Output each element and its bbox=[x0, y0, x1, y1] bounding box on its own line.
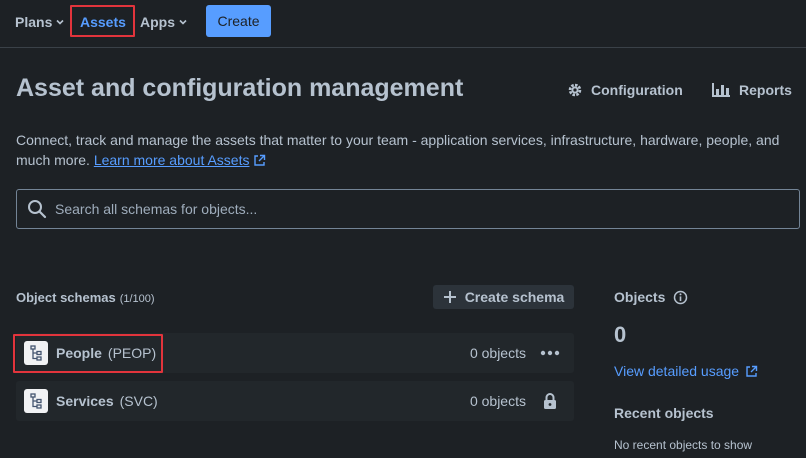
objects-title: Objects bbox=[614, 289, 666, 305]
view-usage-label: View detailed usage bbox=[614, 363, 740, 379]
objects-heading: Objects bbox=[614, 289, 688, 305]
recent-objects-heading: Recent objects bbox=[614, 405, 714, 421]
schema-name-services[interactable]: Services (SVC) bbox=[56, 393, 158, 409]
nav-apps-label: Apps bbox=[140, 14, 175, 30]
configuration-label: Configuration bbox=[591, 82, 683, 98]
page-title: Asset and configuration management bbox=[16, 74, 464, 102]
object-schemas-label: Object schemas bbox=[16, 290, 116, 305]
recent-objects-title: Recent objects bbox=[614, 405, 714, 421]
schema-people-highlight bbox=[13, 334, 163, 373]
schema-tree-icon bbox=[24, 389, 48, 413]
object-schemas-count: (1/100) bbox=[119, 293, 155, 305]
external-link-icon bbox=[746, 365, 758, 377]
nav-plans-label: Plans bbox=[15, 14, 53, 30]
schema-row-services[interactable]: Services (SVC) 0 objects bbox=[16, 381, 574, 421]
reports-button[interactable]: Reports bbox=[711, 80, 792, 100]
configuration-button[interactable]: Configuration bbox=[567, 80, 683, 100]
recent-objects-empty: No recent objects to show bbox=[614, 438, 753, 452]
search-input[interactable] bbox=[55, 201, 755, 217]
view-usage-link[interactable]: View detailed usage bbox=[614, 363, 758, 379]
search-icon bbox=[28, 200, 47, 219]
external-link-icon bbox=[254, 154, 266, 166]
learn-more-link[interactable]: Learn more about Assets bbox=[94, 152, 250, 168]
info-icon[interactable] bbox=[673, 290, 688, 305]
create-button[interactable]: Create bbox=[206, 5, 271, 37]
plus-icon bbox=[443, 291, 456, 303]
object-schemas-heading: Object schemas (1/100) bbox=[16, 290, 155, 305]
nav-apps[interactable]: Apps bbox=[140, 9, 188, 35]
top-navigation: Plans Assets Apps Create bbox=[0, 0, 806, 48]
schema-object-count: 0 objects bbox=[469, 393, 526, 409]
reports-label: Reports bbox=[739, 82, 792, 98]
nav-plans[interactable]: Plans bbox=[15, 9, 65, 35]
lock-icon bbox=[540, 391, 560, 411]
chevron-down-icon bbox=[179, 19, 187, 25]
create-schema-button[interactable]: Create schema bbox=[433, 285, 574, 309]
gear-icon bbox=[568, 83, 582, 97]
page-description: Connect, track and manage the assets tha… bbox=[16, 130, 796, 170]
create-schema-label: Create schema bbox=[464, 289, 565, 305]
schema-name-label: Services bbox=[56, 393, 114, 409]
objects-count: 0 bbox=[614, 322, 627, 347]
schema-key-label: (SVC) bbox=[119, 393, 158, 409]
search-box[interactable] bbox=[16, 189, 800, 229]
more-icon[interactable] bbox=[540, 343, 560, 363]
chevron-down-icon bbox=[56, 19, 64, 25]
nav-assets-highlight bbox=[70, 5, 135, 37]
schema-object-count: 0 objects bbox=[469, 345, 526, 361]
bar-chart-icon bbox=[712, 83, 730, 97]
